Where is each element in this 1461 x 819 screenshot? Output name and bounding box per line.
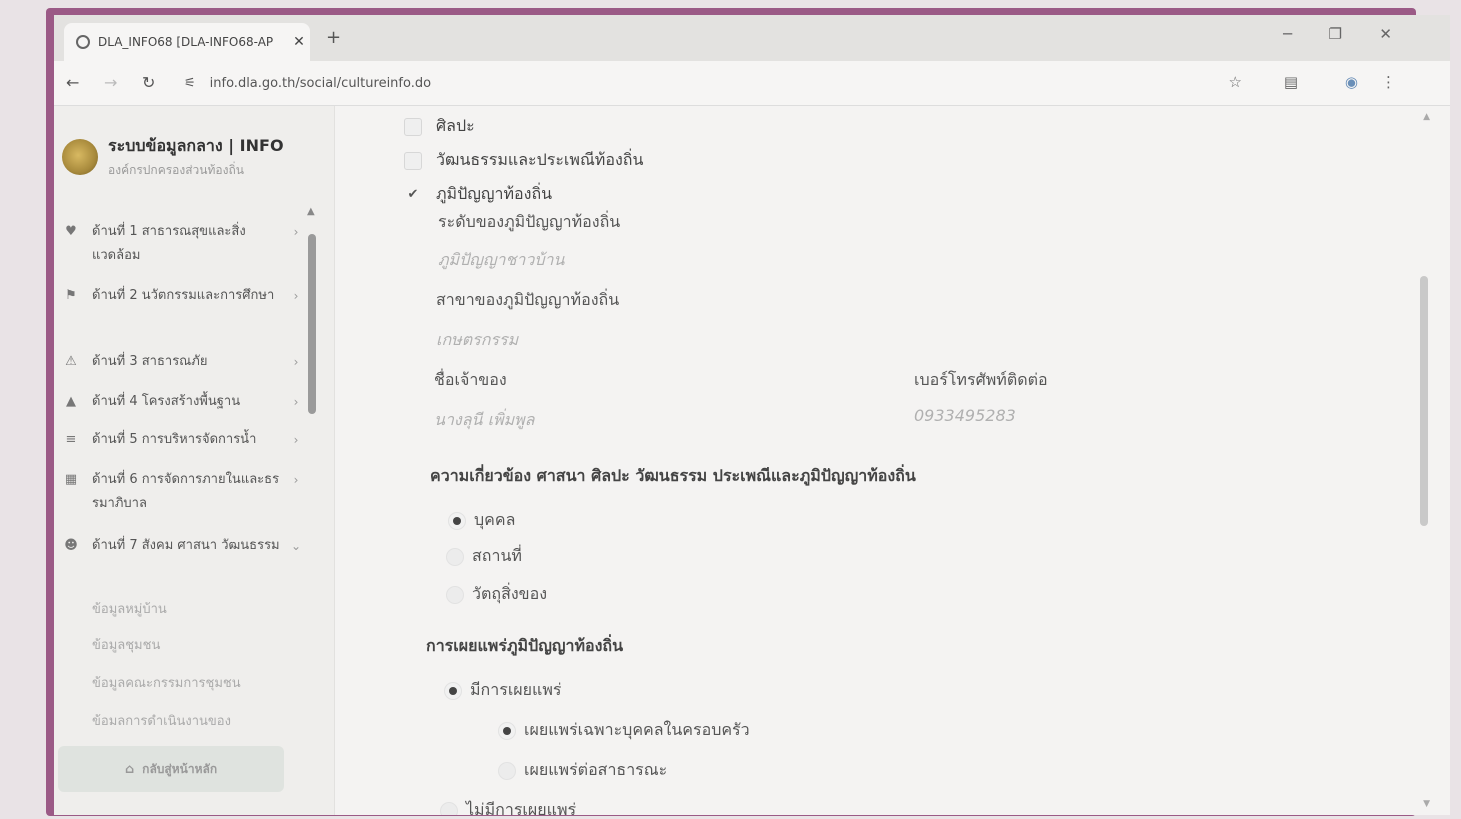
close-tab-icon[interactable]: ✕ (288, 34, 310, 50)
close-window-button[interactable]: ✕ (1379, 25, 1392, 43)
sidebar-item-society[interactable]: ☻ ด้านที่ 7 สังคม ศาสนา วัฒนธรรม ⌄ (54, 534, 304, 558)
sidebar-item-education[interactable]: ⚑ ด้านที่ 2 นวัตกรรมและการศึกษา › (54, 284, 304, 308)
checkmark-icon[interactable]: ✔ (404, 186, 422, 204)
chevron-down-icon: ⌄ (290, 539, 302, 553)
page-scroll-up-icon[interactable]: ▲ (1423, 112, 1430, 122)
url-text: info.dla.go.th/social/cultureinfo.do (209, 75, 432, 91)
wisdom-branch-value: เกษตรกรรม (436, 330, 519, 349)
page-scroll-down-icon[interactable]: ▼ (1423, 799, 1430, 809)
wisdom-level-label: ระดับของภูมิปัญญาท้องถิ่น (438, 212, 621, 231)
building-icon: ▦ (64, 472, 78, 487)
radio-button[interactable] (444, 681, 462, 700)
chevron-right-icon: › (293, 473, 299, 487)
phone-label: เบอร์โทรศัพท์ติดต่อ (914, 370, 1048, 389)
owner-value: นางลุนี เพิ่มพูล (434, 410, 535, 429)
page-area: ระบบข้อมูลกลาง | INFO องค์กรปกครองส่วนท้… (54, 106, 1450, 815)
back-arrow-icon[interactable]: ← (66, 73, 79, 92)
sidebar-scrollbar[interactable] (308, 234, 316, 414)
address-bar[interactable]: ⚟ info.dla.go.th/social/cultureinfo.do (184, 69, 1234, 97)
forward-arrow-icon[interactable]: → (104, 73, 117, 92)
radio-object[interactable]: วัตถุสิ่งของ (446, 582, 547, 607)
radio-public[interactable]: เผยแพร่ต่อสาธารณะ (498, 758, 667, 783)
checkbox[interactable] (404, 151, 422, 170)
radio-button[interactable] (446, 547, 464, 566)
reading-mode-icon[interactable]: ▤ (1284, 73, 1298, 91)
disaster-icon: ⚠ (65, 354, 77, 369)
people-icon: ☻ (64, 538, 78, 553)
sidebar-item-governance[interactable]: ▦ ด้านที่ 6 การจัดการภายในและธรรมาภิบาล … (54, 468, 304, 516)
radio-button[interactable] (498, 761, 516, 780)
restore-button[interactable]: ❐ (1329, 25, 1342, 43)
sidebar-item-water[interactable]: ≡ ด้านที่ 5 การบริหารจัดการน้ำ › (54, 428, 304, 452)
wisdom-branch-label: สาขาของภูมิปัญญาท้องถิ่น (436, 290, 620, 309)
scroll-up-icon[interactable]: ▲ (307, 206, 315, 217)
radio-person[interactable]: บุคคล (448, 508, 515, 533)
profile-icon[interactable]: ◉ (1345, 73, 1358, 91)
radio-not-disseminated[interactable]: ไม่มีการเผยแพร่ (440, 798, 576, 815)
home-icon: ⌂ (124, 761, 135, 777)
sub-item-village[interactable]: ข้อมูลหมู่บ้าน (92, 598, 167, 619)
phone-value: 0933495283 (914, 406, 1016, 425)
radio-disseminated[interactable]: มีการเผยแพร่ (444, 678, 561, 703)
browser-window: DLA_INFO68 [DLA-INFO68-AP ✕ + ─ ❐ ✕ ← → … (54, 15, 1450, 815)
checkbox[interactable] (404, 117, 422, 136)
tab-title: DLA_INFO68 [DLA-INFO68-AP (98, 35, 274, 49)
sub-item-committee[interactable]: ข้อมูลคณะกรรมการชุมชน (92, 672, 241, 693)
menu-dots-icon[interactable]: ⋮ (1381, 73, 1396, 91)
sidebar-item-health[interactable]: ♥ ด้านที่ 1 สาธารณสุขและสิ่งแวดล้อม › (54, 220, 304, 268)
globe-icon (76, 35, 90, 49)
star-icon[interactable]: ☆ (1229, 73, 1242, 91)
chevron-right-icon: › (293, 225, 299, 239)
radio-button[interactable] (440, 801, 458, 815)
relation-title: ความเกี่ยวข้อง ศาสนา ศิลปะ วัฒนธรรม ประเ… (430, 466, 916, 485)
brand[interactable]: ระบบข้อมูลกลาง | INFO องค์กรปกครองส่วนท้… (62, 134, 284, 180)
sub-item-operations[interactable]: ข้อมลการดำเนินงานของ (92, 710, 231, 731)
reload-icon[interactable]: ↻ (142, 73, 155, 92)
radio-button[interactable] (498, 721, 516, 740)
chevron-right-icon: › (293, 433, 299, 447)
browser-toolbar: ← → ↻ ⚟ info.dla.go.th/social/cultureinf… (54, 61, 1450, 106)
main-content: ศิลปะ วัฒนธรรมและประเพณีท้องถิ่น ✔ ภูมิป… (354, 106, 1410, 815)
checkbox-local-wisdom[interactable]: ✔ ภูมิปัญญาท้องถิ่น (404, 182, 553, 207)
radio-button[interactable] (448, 511, 466, 530)
radio-family-only[interactable]: เผยแพร่เฉพาะบุคคลในครอบครัว (498, 718, 750, 743)
checkbox-culture[interactable]: วัฒนธรรมและประเพณีท้องถิ่น (404, 148, 643, 173)
site-settings-icon[interactable]: ⚟ (184, 76, 196, 91)
brand-subtitle: องค์กรปกครองส่วนท้องถิ่น (108, 163, 244, 177)
logo-icon (62, 139, 98, 175)
road-icon: ▲ (66, 394, 76, 409)
minimize-button[interactable]: ─ (1283, 25, 1292, 43)
brand-title: ระบบข้อมูลกลาง | INFO (108, 136, 284, 155)
chevron-right-icon: › (293, 289, 299, 303)
sidebar-item-disaster[interactable]: ⚠ ด้านที่ 3 สาธารณภัย › (54, 350, 304, 374)
chevron-right-icon: › (293, 355, 299, 369)
checkbox-art[interactable]: ศิลปะ (404, 114, 475, 139)
browser-tab[interactable]: DLA_INFO68 [DLA-INFO68-AP ✕ (64, 23, 310, 61)
radio-place[interactable]: สถานที่ (446, 544, 522, 569)
home-button[interactable]: ⌂ กลับสู่หน้าหลัก (58, 746, 284, 792)
tab-strip: DLA_INFO68 [DLA-INFO68-AP ✕ + ─ ❐ ✕ (54, 15, 1450, 61)
water-icon: ≡ (65, 432, 77, 447)
wisdom-level-value: ภูมิปัญญาชาวบ้าน (438, 250, 565, 269)
sidebar-item-infrastructure[interactable]: ▲ ด้านที่ 4 โครงสร้างพื้นฐาน › (54, 390, 304, 414)
sub-item-community[interactable]: ข้อมูลชุมชน (92, 634, 160, 655)
radio-button[interactable] (446, 585, 464, 604)
education-icon: ⚑ (65, 288, 77, 303)
new-tab-button[interactable]: + (326, 27, 341, 48)
owner-label: ชื่อเจ้าของ (434, 370, 507, 389)
dissemination-title: การเผยแพร่ภูมิปัญญาท้องถิ่น (426, 636, 624, 655)
chevron-right-icon: › (293, 395, 299, 409)
page-scrollbar[interactable] (1420, 276, 1428, 526)
heart-icon: ♥ (65, 224, 77, 239)
sidebar: ระบบข้อมูลกลาง | INFO องค์กรปกครองส่วนท้… (54, 106, 335, 815)
